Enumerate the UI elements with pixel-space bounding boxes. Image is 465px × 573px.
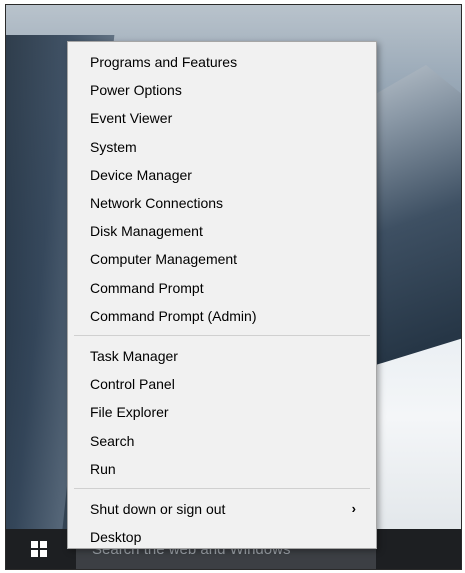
windows-logo-icon bbox=[31, 541, 47, 557]
menu-item-device-manager[interactable]: Device Manager bbox=[68, 161, 376, 189]
menu-item-search[interactable]: Search bbox=[68, 426, 376, 454]
menu-item-label: Device Manager bbox=[90, 166, 192, 183]
menu-item-command-prompt-admin[interactable]: Command Prompt (Admin) bbox=[68, 302, 376, 330]
menu-item-label: File Explorer bbox=[90, 404, 169, 421]
menu-group-admin-tools: Programs and Features Power Options Event … bbox=[68, 48, 376, 330]
menu-group-system-tools: Task Manager Control Panel File Explorer Se… bbox=[68, 342, 376, 483]
menu-item-label: Computer Management bbox=[90, 251, 238, 268]
menu-item-programs-and-features[interactable]: Programs and Features bbox=[68, 48, 376, 76]
menu-item-label: Power Options bbox=[90, 82, 182, 99]
menu-item-label: Disk Management bbox=[90, 223, 203, 240]
menu-item-control-panel[interactable]: Control Panel bbox=[68, 370, 376, 398]
menu-divider bbox=[74, 334, 370, 336]
menu-divider bbox=[74, 487, 370, 489]
menu-item-computer-management[interactable]: Computer Management bbox=[68, 245, 376, 273]
menu-item-system[interactable]: System bbox=[68, 133, 376, 161]
menu-item-desktop[interactable]: Desktop bbox=[68, 523, 376, 551]
menu-item-task-manager[interactable]: Task Manager bbox=[68, 342, 376, 370]
menu-item-disk-management[interactable]: Disk Management bbox=[68, 217, 376, 245]
menu-item-file-explorer[interactable]: File Explorer bbox=[68, 398, 376, 426]
menu-item-power-options[interactable]: Power Options bbox=[68, 76, 376, 104]
power-user-context-menu: Programs and Features Power Options Event … bbox=[67, 41, 377, 549]
menu-item-label: Search bbox=[90, 432, 135, 449]
start-button[interactable] bbox=[6, 529, 72, 569]
menu-item-event-viewer[interactable]: Event Viewer bbox=[68, 104, 376, 132]
menu-item-network-connections[interactable]: Network Connections bbox=[68, 189, 376, 217]
menu-group-session: Shut down or sign out › Desktop bbox=[68, 495, 376, 551]
menu-item-run[interactable]: Run bbox=[68, 455, 376, 483]
menu-item-label: Command Prompt (Admin) bbox=[90, 307, 257, 324]
menu-item-label: Network Connections bbox=[90, 195, 224, 212]
menu-item-label: Run bbox=[90, 460, 116, 477]
menu-item-label: Desktop bbox=[90, 529, 142, 546]
menu-item-label: System bbox=[90, 138, 137, 155]
menu-item-shut-down-or-sign-out[interactable]: Shut down or sign out › bbox=[68, 495, 376, 523]
menu-item-label: Command Prompt bbox=[90, 279, 204, 296]
menu-item-label: Task Manager bbox=[90, 347, 178, 364]
menu-item-label: Control Panel bbox=[90, 376, 175, 393]
menu-item-command-prompt[interactable]: Command Prompt bbox=[68, 274, 376, 302]
menu-item-label: Programs and Features bbox=[90, 54, 238, 71]
chevron-right-icon: › bbox=[351, 501, 356, 517]
menu-item-label: Shut down or sign out bbox=[90, 500, 226, 517]
menu-item-label: Event Viewer bbox=[90, 110, 173, 127]
